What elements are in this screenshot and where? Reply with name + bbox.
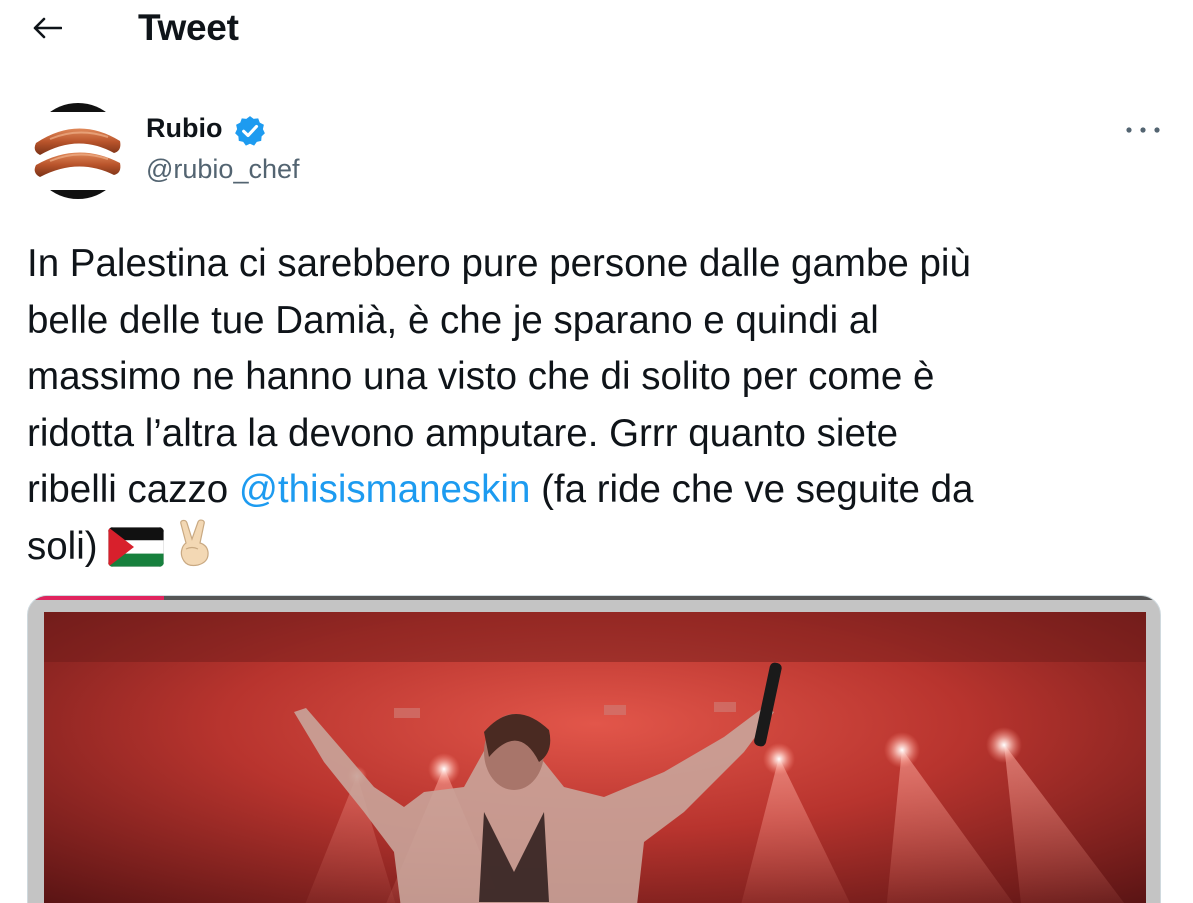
concert-photo-image — [44, 612, 1146, 903]
author-display-name[interactable]: Rubio — [146, 113, 222, 144]
tweet-media[interactable] — [27, 595, 1161, 903]
page-title: Tweet — [138, 7, 239, 48]
tweet-text-line: soli) — [27, 518, 1177, 576]
victory-hand-icon — [174, 518, 216, 584]
tweet-text-line: ridotta l’altra la devono amputare. Grrr… — [27, 411, 898, 455]
video-progress-fill — [28, 596, 164, 600]
palestine-flag-icon — [107, 526, 164, 584]
tweet-text-segment: ribelli cazzo — [27, 468, 239, 511]
tweet-text: In Palestina ci sarebbero pure persone d… — [27, 236, 1177, 575]
tweet-text-line: ribelli cazzo @thisismaneskin (fa ride c… — [27, 462, 1177, 519]
author-handle[interactable]: @rubio_chef — [146, 154, 300, 185]
tweet-text-line: massimo ne hanno una visto che di solito… — [27, 355, 935, 398]
mention-link[interactable]: @thisismaneskin — [239, 468, 531, 511]
tweet-text-line: belle delle tue Damià, è che je sparano … — [27, 298, 879, 342]
tweet-text-segment: soli) — [27, 524, 98, 568]
verified-badge-icon — [235, 116, 265, 146]
sausages-avatar-image — [30, 103, 126, 199]
more-dots-icon — [1126, 127, 1160, 133]
back-arrow-icon — [33, 17, 62, 39]
tweet-text-segment: (fa ride che ve seguite da — [530, 468, 974, 511]
header: Tweet — [0, 0, 1193, 60]
back-button[interactable] — [26, 8, 66, 48]
tweet-detail-page: Tweet Rubio @rubio_chef In Palestina ci … — [0, 0, 1193, 903]
tweet-text-line: In Palestina ci sarebbero pure persone d… — [27, 242, 971, 285]
avatar[interactable] — [30, 103, 126, 199]
video-progress-track[interactable] — [28, 596, 1160, 600]
more-options-button[interactable] — [1120, 110, 1166, 150]
